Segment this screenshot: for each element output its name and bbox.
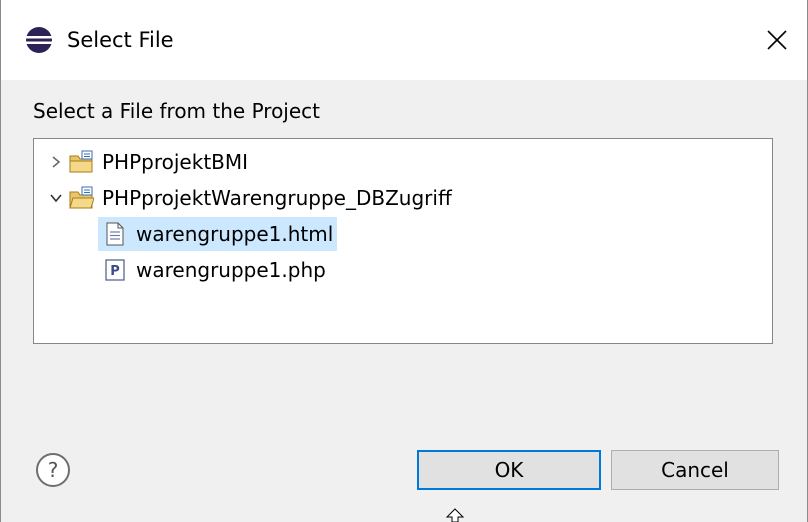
tree-item-label: warengruppe1.php [136, 258, 326, 282]
tree-item-label: PHPprojektWarengruppe_DBZugriff [102, 186, 452, 210]
dialog-prompt: Select a File from the Project [33, 99, 321, 123]
project-tree[interactable]: PHPprojektBMI PHPprojektWarengruppe_DBZu… [33, 138, 773, 344]
tree-item-phpprojektwarengruppe-dbzugriff[interactable]: PHPprojektWarengruppe_DBZugriff [46, 181, 452, 215]
tree-item-phpprojektbmi[interactable]: PHPprojektBMI [46, 145, 248, 179]
eclipse-icon [26, 27, 52, 53]
project-folder-icon [69, 150, 93, 173]
tree-item-label: PHPprojektBMI [102, 150, 249, 174]
svg-text:?: ? [48, 458, 59, 482]
tree-item-label: warengruppe1.html [136, 222, 334, 246]
title-bar[interactable]: Select File [1, 0, 807, 80]
tree-item-warengruppe1-html[interactable]: warengruppe1.html [98, 217, 338, 251]
window-title: Select File [67, 28, 174, 52]
select-file-dialog: Select File Select a File from the Proje… [0, 0, 808, 522]
collapse-chevron-icon[interactable] [46, 188, 66, 208]
cancel-button[interactable]: Cancel [611, 450, 779, 490]
close-icon [767, 30, 787, 50]
ok-button[interactable]: OK [417, 450, 601, 490]
svg-text:P: P [110, 264, 120, 279]
close-button[interactable] [755, 18, 799, 62]
tree-item-warengruppe1-php[interactable]: P warengruppe1.php [104, 253, 326, 287]
help-icon[interactable]: ? [35, 452, 71, 488]
expand-chevron-icon[interactable] [46, 152, 66, 172]
project-folder-icon [69, 186, 94, 209]
php-file-icon: P [105, 259, 125, 281]
html-file-icon [106, 222, 124, 246]
resize-cursor-icon [445, 508, 465, 522]
